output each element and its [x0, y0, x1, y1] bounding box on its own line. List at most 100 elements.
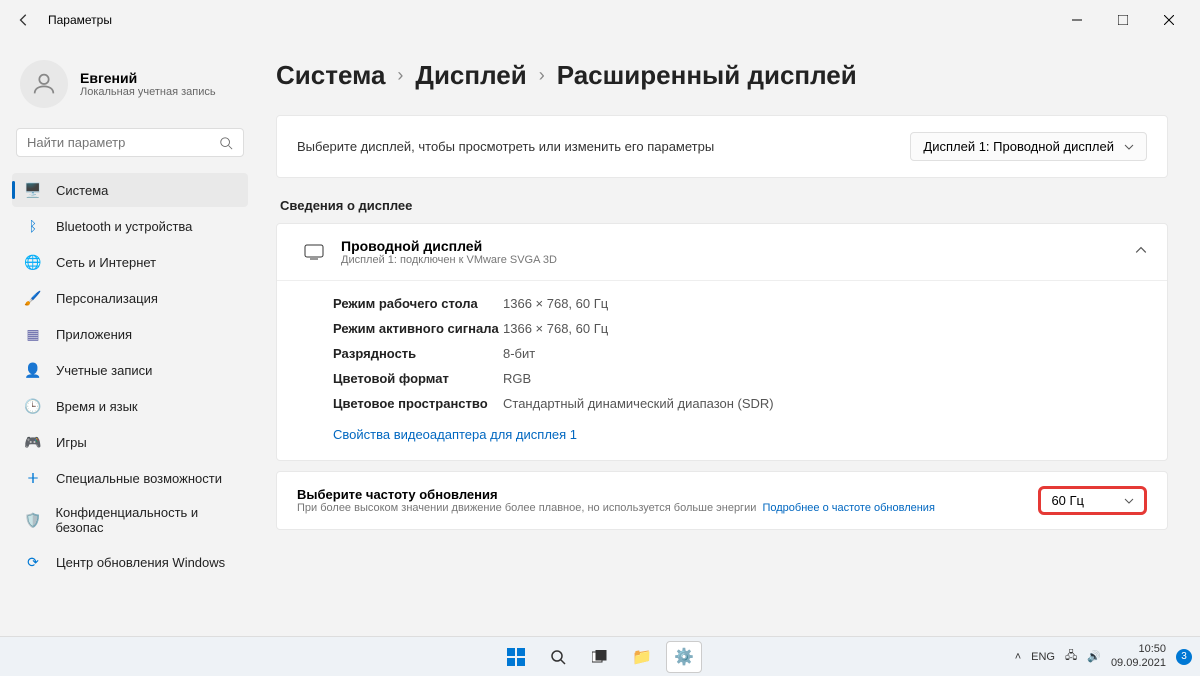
detail-label: Режим активного сигнала	[333, 321, 503, 336]
minimize-button[interactable]	[1054, 4, 1100, 36]
display-info-subtitle: Дисплей 1: подключен к VMware SVGA 3D	[341, 254, 557, 266]
user-block[interactable]: Евгений Локальная учетная запись	[12, 48, 248, 128]
maximize-icon	[1118, 15, 1128, 25]
nav-icon: 👤	[24, 361, 42, 379]
detail-label: Режим рабочего стола	[333, 296, 503, 311]
nav-item[interactable]: 🖥️Система	[12, 173, 248, 207]
detail-row: Режим активного сигнала1366 × 768, 60 Гц	[277, 316, 1167, 341]
refresh-rate-card: Выберите частоту обновления При более вы…	[276, 471, 1168, 530]
chevron-right-icon: ›	[397, 65, 403, 86]
nav-item[interactable]: 🌐 Сеть и Интернет	[12, 245, 248, 279]
tray-chevron-icon[interactable]: ˄	[1015, 651, 1021, 663]
nav-label: Учетные записи	[56, 363, 152, 378]
nav-icon: ⟳	[24, 553, 42, 571]
refresh-rate-link[interactable]: Подробнее о частоте обновления	[762, 502, 934, 514]
refresh-rate-title: Выберите частоту обновления	[297, 487, 1038, 502]
nav-label: Время и язык	[56, 399, 138, 414]
main-content: Система › Дисплей › Расширенный дисплей …	[260, 40, 1200, 636]
nav-item[interactable]: 🎮Игры	[12, 425, 248, 459]
select-display-text: Выберите дисплей, чтобы просмотреть или …	[297, 139, 910, 154]
taskbar-center: 📁 ⚙️	[498, 641, 702, 673]
info-heading: Сведения о дисплее	[280, 198, 1168, 213]
refresh-rate-dropdown[interactable]: 60 Гц	[1038, 486, 1147, 515]
clock[interactable]: 10:50 09.09.2021	[1111, 643, 1166, 669]
explorer-button[interactable]: 📁	[624, 641, 660, 673]
search-icon	[219, 136, 233, 150]
nav-item[interactable]: ▦ Приложения	[12, 317, 248, 351]
nav-item[interactable]: 🖌️Персонализация	[12, 281, 248, 315]
display-dropdown[interactable]: Дисплей 1: Проводной дисплей	[910, 132, 1147, 161]
folder-icon: 📁	[632, 647, 652, 667]
window-controls	[1054, 4, 1192, 36]
nav-item[interactable]: 👤 Учетные записи	[12, 353, 248, 387]
minimize-icon	[1072, 15, 1082, 25]
window-title: Параметры	[48, 13, 112, 27]
nav-label: Специальные возможности	[56, 471, 222, 486]
user-subtitle: Локальная учетная запись	[80, 86, 216, 98]
display-info-header[interactable]: Проводной дисплей Дисплей 1: подключен к…	[277, 224, 1167, 281]
volume-icon[interactable]: 🔊	[1087, 650, 1101, 663]
nav-icon: 🖌️	[24, 289, 42, 307]
detail-row: Цветовой форматRGB	[277, 366, 1167, 391]
user-name: Евгений	[80, 70, 216, 86]
nav-item[interactable]: ⟳ Центр обновления Windows	[12, 545, 248, 579]
nav-item[interactable]: ᛒ Bluetooth и устройства	[12, 209, 248, 243]
refresh-rate-value: 60 Гц	[1051, 493, 1084, 508]
display-info-card: Проводной дисплей Дисплей 1: подключен к…	[276, 223, 1168, 461]
maximize-button[interactable]	[1100, 4, 1146, 36]
chevron-down-icon	[1124, 496, 1134, 506]
close-icon	[1164, 15, 1174, 25]
chevron-down-icon	[1124, 142, 1134, 152]
language-indicator[interactable]: ENG	[1031, 651, 1055, 663]
detail-row: Разрядность8-бит	[277, 341, 1167, 366]
gear-icon: ⚙️	[674, 647, 694, 667]
detail-label: Цветовой формат	[333, 371, 503, 386]
avatar	[20, 60, 68, 108]
back-arrow-icon	[17, 13, 31, 27]
date: 09.09.2021	[1111, 657, 1166, 670]
windows-icon	[507, 648, 525, 666]
detail-value: Стандартный динамический диапазон (SDR)	[503, 396, 774, 411]
nav-icon: ᛒ	[24, 217, 42, 235]
nav-icon: 🛡️	[24, 511, 41, 529]
breadcrumb-advanced: Расширенный дисплей	[557, 60, 857, 91]
back-button[interactable]	[8, 4, 40, 36]
notification-badge[interactable]: 3	[1176, 649, 1192, 665]
monitor-icon	[297, 244, 331, 260]
search-button[interactable]	[540, 641, 576, 673]
settings-button[interactable]: ⚙️	[666, 641, 702, 673]
refresh-rate-subtitle: При более высоком значении движение боле…	[297, 502, 756, 514]
detail-label: Разрядность	[333, 346, 503, 361]
task-view-button[interactable]	[582, 641, 618, 673]
display-dropdown-value: Дисплей 1: Проводной дисплей	[923, 139, 1114, 154]
nav-item[interactable]: 🕒 Время и язык	[12, 389, 248, 423]
detail-row: Цветовое пространствоСтандартный динамич…	[277, 391, 1167, 416]
start-button[interactable]	[498, 641, 534, 673]
nav-label: Приложения	[56, 327, 132, 342]
detail-value: 8-бит	[503, 346, 535, 361]
nav-item[interactable]: 🛡️Конфиденциальность и безопас	[12, 497, 248, 543]
nav-label: Игры	[56, 435, 87, 450]
nav-icon: 🌐	[24, 253, 42, 271]
nav-label: Сеть и Интернет	[56, 255, 156, 270]
nav-label: Центр обновления Windows	[56, 555, 225, 570]
nav-item[interactable]: ⵜСпециальные возможности	[12, 461, 248, 495]
adapter-properties-link[interactable]: Свойства видеоадаптера для дисплея 1	[333, 427, 577, 442]
network-icon[interactable]: 🖧	[1065, 647, 1077, 666]
detail-value: 1366 × 768, 60 Гц	[503, 296, 608, 311]
breadcrumb: Система › Дисплей › Расширенный дисплей	[276, 60, 1168, 91]
breadcrumb-display[interactable]: Дисплей	[415, 60, 526, 91]
nav-label: Bluetooth и устройства	[56, 219, 192, 234]
chevron-right-icon: ›	[539, 65, 545, 86]
search-input[interactable]	[27, 135, 219, 150]
titlebar: Параметры	[0, 0, 1200, 40]
task-view-icon	[592, 650, 608, 664]
nav-icon: 🕒	[24, 397, 42, 415]
search-box[interactable]	[16, 128, 244, 157]
user-icon	[30, 70, 58, 98]
display-info-title: Проводной дисплей	[341, 238, 557, 254]
close-button[interactable]	[1146, 4, 1192, 36]
taskbar-right: ˄ ENG 🖧 🔊 10:50 09.09.2021 3	[1015, 643, 1200, 669]
breadcrumb-system[interactable]: Система	[276, 60, 385, 91]
nav-icon: ▦	[24, 325, 42, 343]
